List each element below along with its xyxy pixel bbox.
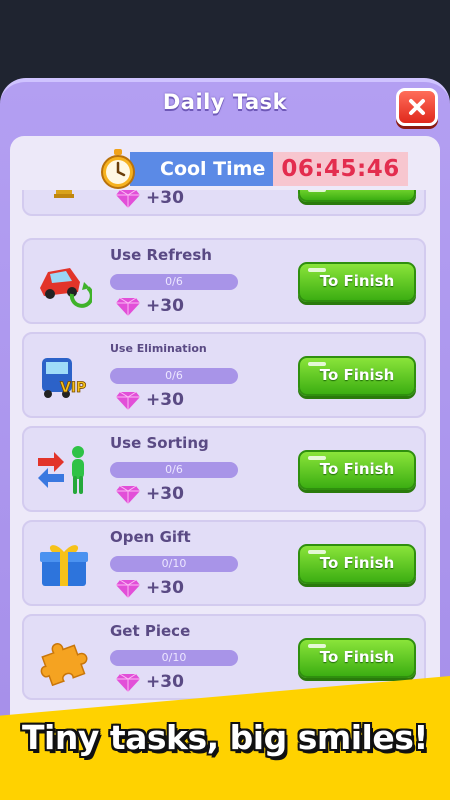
- task-row: Use Sorting 0/6 +30 To Finish: [22, 426, 426, 512]
- cool-time-value: 06:45:46: [273, 152, 408, 186]
- task-name: Get Piece: [110, 622, 191, 640]
- gem-icon: [116, 190, 140, 208]
- stopwatch-icon: [101, 149, 135, 189]
- to-finish-button[interactable]: To Finish: [298, 638, 416, 678]
- task-reward: +30: [116, 578, 184, 598]
- task-reward: +30: [116, 672, 184, 692]
- to-finish-button[interactable]: To Finish: [298, 262, 416, 302]
- svg-text:VIP: VIP: [60, 380, 86, 396]
- task-reward: +30: [116, 190, 184, 208]
- task-name: Use Elimination: [110, 342, 207, 355]
- task-row: VIP Use Elimination 0/6 +30 To Finish: [22, 332, 426, 418]
- close-button[interactable]: [396, 88, 438, 126]
- gift-box-icon: [36, 536, 92, 592]
- puzzle-piece-icon: [36, 630, 92, 687]
- task-name: Use Sorting: [110, 434, 209, 452]
- cool-time-display: Cool Time 06:45:46: [100, 149, 408, 189]
- trophy-icon: [36, 190, 92, 232]
- vip-bus-icon: VIP: [36, 348, 92, 404]
- to-finish-button[interactable]: To Finish: [298, 356, 416, 396]
- to-finish-button[interactable]: To Finish: [298, 450, 416, 490]
- task-row: Use Refresh 0/6 +30 To Finish: [22, 238, 426, 324]
- to-finish-button[interactable]: [298, 190, 416, 202]
- task-name: Use Refresh: [110, 246, 212, 264]
- close-icon: [409, 99, 425, 115]
- task-reward: +30: [116, 484, 184, 504]
- dialog-title: Daily Task: [162, 90, 288, 114]
- task-name: Open Gift: [110, 528, 191, 546]
- task-progress-bar: 0/6: [110, 368, 238, 384]
- gem-icon: [116, 673, 140, 692]
- car-refresh-icon: [36, 254, 94, 310]
- task-progress-bar: 0/10: [110, 650, 238, 666]
- task-reward: +30: [116, 296, 184, 316]
- task-list[interactable]: +30 Use Refresh 0/6 +30 To Finish VIP Us…: [22, 190, 426, 746]
- to-finish-button[interactable]: To Finish: [298, 544, 416, 584]
- cool-time-label: Cool Time: [130, 152, 274, 186]
- gem-icon: [116, 391, 140, 410]
- task-progress-bar: 0/6: [110, 462, 238, 478]
- task-reward: +30: [116, 390, 184, 410]
- task-progress-bar: 0/6: [110, 274, 238, 290]
- task-row: Open Gift 0/10 +30 To Finish: [22, 520, 426, 606]
- gem-icon: [116, 579, 140, 598]
- gem-icon: [116, 297, 140, 316]
- sorting-figure-icon: [36, 442, 92, 498]
- gem-icon: [116, 485, 140, 504]
- task-progress-bar: 0/10: [110, 556, 238, 572]
- promo-caption: Tiny tasks, big smiles!: [22, 718, 428, 757]
- task-row-partial: +30: [22, 190, 426, 216]
